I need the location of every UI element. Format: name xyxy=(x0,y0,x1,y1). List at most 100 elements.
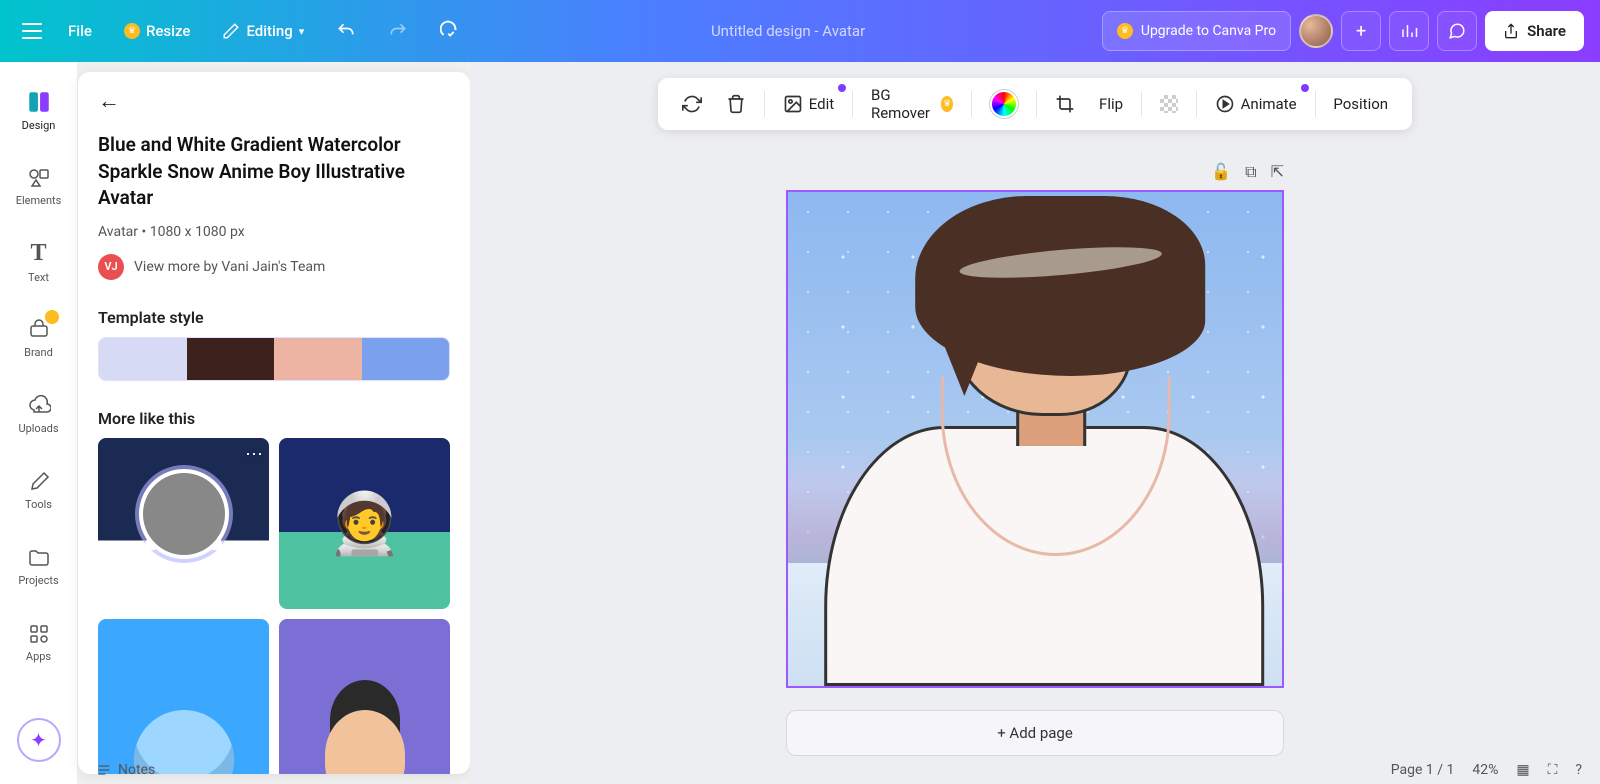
notification-dot xyxy=(838,84,846,92)
flip-label: Flip xyxy=(1099,95,1123,113)
animate-button[interactable]: Animate xyxy=(1205,86,1307,122)
upgrade-label: Upgrade to Canva Pro xyxy=(1141,23,1276,39)
back-button[interactable]: ← xyxy=(98,88,120,114)
author-avatar: VJ xyxy=(98,254,124,280)
rail-projects[interactable]: Projects xyxy=(7,530,71,602)
delete-button[interactable] xyxy=(716,86,756,122)
rail-elements[interactable]: Elements xyxy=(7,150,71,222)
workspace: Edit BG Remover♛ Flip Animate Position 🔓… xyxy=(470,62,1600,784)
crop-button[interactable] xyxy=(1045,86,1085,122)
separator xyxy=(1141,91,1142,117)
edit-label: Edit xyxy=(809,95,834,113)
rail-apps[interactable]: Apps xyxy=(7,606,71,678)
rail-uploads[interactable]: Uploads xyxy=(7,378,71,450)
lock-button[interactable]: 🔓 xyxy=(1211,162,1231,182)
rail-tools[interactable]: Tools xyxy=(7,454,71,526)
flip-button[interactable]: Flip xyxy=(1089,86,1133,122)
style-heading: Template style xyxy=(98,308,450,327)
share-button[interactable]: Share xyxy=(1485,11,1584,51)
user-avatar[interactable] xyxy=(1299,14,1333,48)
text-icon: T xyxy=(30,240,46,267)
page-controls: 🔓 ⧉ ⇱ xyxy=(786,162,1284,182)
upgrade-button[interactable]: ♛ Upgrade to Canva Pro xyxy=(1102,11,1291,51)
export-page-button[interactable]: ⇱ xyxy=(1271,162,1284,182)
duplicate-page-button[interactable]: ⧉ xyxy=(1245,162,1256,182)
template-title: Blue and White Gradient Watercolor Spark… xyxy=(98,132,450,212)
more-icon[interactable]: ⋯ xyxy=(245,444,263,465)
rail-uploads-label: Uploads xyxy=(18,422,58,435)
notes-button[interactable]: Notes xyxy=(96,762,155,778)
separator xyxy=(1036,91,1037,117)
insights-button[interactable] xyxy=(1389,11,1429,51)
file-label: File xyxy=(68,22,92,40)
cloud-status[interactable] xyxy=(428,14,474,48)
fullscreen-button[interactable]: ⛶ xyxy=(1548,762,1558,778)
template-card[interactable]: 🧑‍🚀 xyxy=(279,438,450,609)
add-page-label: + Add page xyxy=(997,724,1073,742)
bg-remover-button[interactable]: BG Remover♛ xyxy=(861,86,963,122)
comment-button[interactable] xyxy=(1437,11,1477,51)
folder-icon xyxy=(27,546,51,570)
grid-view-button[interactable]: ▦ xyxy=(1516,762,1529,778)
color-palette[interactable] xyxy=(98,337,450,381)
separator xyxy=(764,91,765,117)
design-canvas[interactable] xyxy=(786,190,1284,688)
editing-label: Editing xyxy=(246,22,292,40)
notes-label: Notes xyxy=(118,762,155,778)
upload-icon xyxy=(1503,23,1519,39)
resize-button[interactable]: ♛Resize xyxy=(112,16,202,46)
add-button[interactable]: + xyxy=(1341,11,1381,51)
color-wheel-icon xyxy=(990,90,1018,118)
notes-icon xyxy=(96,762,112,778)
canvas-character[interactable] xyxy=(814,216,1274,686)
undo-icon xyxy=(336,21,356,41)
position-label: Position xyxy=(1333,95,1388,113)
palette-swatch xyxy=(99,338,187,380)
add-page-button[interactable]: + Add page xyxy=(786,710,1284,756)
undo-button[interactable] xyxy=(324,15,368,47)
rail-brand[interactable]: Brand xyxy=(7,302,71,374)
sync-icon xyxy=(682,94,702,114)
transparency-button[interactable] xyxy=(1150,86,1188,122)
magic-button[interactable]: ✦ xyxy=(17,718,61,762)
adjust-icon xyxy=(783,94,803,114)
design-title-input[interactable] xyxy=(668,22,908,40)
crop-icon xyxy=(1055,94,1075,114)
rail-brand-label: Brand xyxy=(24,346,53,359)
rail-design[interactable]: Design xyxy=(7,74,71,146)
redo-button[interactable] xyxy=(376,15,420,47)
rail-text[interactable]: T Text xyxy=(7,226,71,298)
template-card[interactable] xyxy=(98,619,269,774)
template-card[interactable]: ⋯ xyxy=(98,438,269,609)
zoom-level[interactable]: 42% xyxy=(1472,762,1498,778)
color-picker-button[interactable] xyxy=(980,86,1028,122)
edit-image-button[interactable]: Edit xyxy=(773,86,844,122)
canvas-wrap: 🔓 ⧉ ⇱ + Add page xyxy=(786,162,1284,756)
help-button[interactable]: ? xyxy=(1575,762,1582,778)
design-icon xyxy=(26,89,52,115)
bottom-bar: Notes Page 1 / 1 42% ▦ ⛶ ? xyxy=(78,756,1600,784)
cloud-check-icon xyxy=(440,20,462,42)
separator xyxy=(852,91,853,117)
sync-button[interactable] xyxy=(672,86,712,122)
page-indicator[interactable]: Page 1 / 1 xyxy=(1391,762,1455,778)
trash-icon xyxy=(726,94,746,114)
editing-dropdown[interactable]: Editing ▾ xyxy=(210,16,316,46)
crown-icon: ♛ xyxy=(1117,23,1133,39)
file-menu[interactable]: File xyxy=(56,16,104,46)
brand-icon xyxy=(27,318,51,342)
position-button[interactable]: Position xyxy=(1323,86,1398,122)
palette-swatch xyxy=(274,338,362,380)
share-label: Share xyxy=(1527,22,1566,40)
separator xyxy=(1315,91,1316,117)
separator xyxy=(1196,91,1197,117)
palette-swatch xyxy=(187,338,275,380)
tools-icon xyxy=(27,470,51,494)
author-link[interactable]: VJ View more by Vani Jain's Team xyxy=(98,254,450,280)
side-rail: Design Elements T Text Brand Uploads Too… xyxy=(0,62,78,784)
palette-swatch xyxy=(362,338,450,380)
template-meta: Avatar • 1080 x 1080 px xyxy=(98,224,450,240)
plus-icon: + xyxy=(1356,21,1366,42)
menu-button[interactable] xyxy=(16,15,48,47)
template-card[interactable] xyxy=(279,619,450,774)
